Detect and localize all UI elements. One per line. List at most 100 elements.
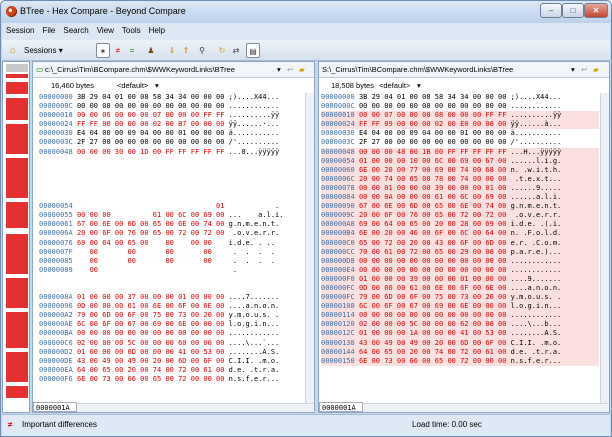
hex-row[interactable]: 00000108 6C 00 6F 00 67 00 69 00 6E 00 0…: [321, 302, 599, 312]
hex-row[interactable]: 0000008A 01 00 00 00 37 00 00 00 01 00 0…: [39, 293, 304, 302]
left-position-field[interactable]: 0000001A: [33, 402, 77, 412]
right-path-text[interactable]: S:\_Cirrus\Tim\BCompare.chm\$WWKeywordLi…: [322, 62, 513, 77]
left-path-bar[interactable]: ▭ c:\_Cirrus\Tim\BCompare.chm\$WWKeyword…: [33, 62, 314, 78]
hex-row[interactable]: 00000076 69 00 64 00 65 00 00 00 00 i.d.…: [39, 239, 304, 248]
hex-row[interactable]: 00000048 00 00 00 30 00 1D 00 FF FF FF F…: [39, 148, 304, 157]
hex-row[interactable]: [39, 284, 304, 293]
hex-row[interactable]: 000000FC 0D 00 00 00 61 00 6E 00 6F 00 6…: [321, 283, 599, 294]
show-differences-icon[interactable]: ≠: [112, 43, 124, 58]
menu-help[interactable]: Help: [145, 23, 169, 35]
menu-search[interactable]: Search: [59, 23, 92, 35]
hex-row[interactable]: 000000E4 00 00 00 00 00 00 00 00 00 00 0…: [321, 265, 599, 275]
hex-row[interactable]: 0000006C 20 00 74 00 65 00 78 00 74 00 0…: [321, 174, 599, 184]
find-icon[interactable]: ⚲: [196, 43, 208, 58]
menu-view[interactable]: View: [93, 23, 118, 35]
hex-row[interactable]: 00000000 3B 29 04 01 00 08 58 34 34 00 0…: [321, 93, 599, 102]
hex-row[interactable]: 00000030 E4 04 00 00 09 04 00 00 01 00 0…: [39, 129, 304, 138]
hex-row[interactable]: 0000000C 00 00 00 00 00 00 00 00 00 00 0…: [321, 102, 599, 111]
hex-row[interactable]: 000000C6 02 00 00 00 5C 00 00 00 60 00 0…: [39, 339, 304, 348]
hex-row[interactable]: 00000089 00 .: [39, 266, 304, 275]
close-button[interactable]: ✕: [584, 3, 608, 18]
right-horizontal-scrollbar[interactable]: [363, 403, 609, 412]
hex-row[interactable]: 0000006A 20 00 6F 00 76 00 65 00 72 00 7…: [39, 229, 304, 238]
history-icon[interactable]: ↩: [581, 62, 587, 77]
hex-row[interactable]: 000000BA 00 00 00 00 00 00 00 00 00 00 0…: [39, 329, 304, 338]
hex-row[interactable]: 000000B4 6E 00 20 00 46 00 6F 00 6C 00 6…: [321, 229, 599, 239]
left-vertical-scrollbar[interactable]: [305, 93, 314, 404]
hex-row[interactable]: 000000A2 79 00 6D 00 6F 00 75 00 73 00 2…: [39, 311, 304, 320]
left-horizontal-scrollbar[interactable]: [77, 403, 314, 412]
history-icon[interactable]: ↩: [287, 62, 293, 77]
hex-row[interactable]: 000000D8 00 00 00 00 00 00 00 00 00 00 0…: [321, 256, 599, 266]
hex-row[interactable]: 00000114 00 00 00 00 00 00 00 00 00 00 0…: [321, 311, 599, 321]
chevron-down-icon[interactable]: ▾: [155, 79, 159, 92]
browse-folder-icon[interactable]: ▰: [593, 62, 599, 77]
hex-row[interactable]: 00000150 6E 00 73 00 66 00 65 00 72 00 0…: [321, 356, 599, 366]
hex-row[interactable]: 00000120 02 00 00 00 5C 00 00 00 62 00 0…: [321, 320, 599, 330]
previous-difference-icon[interactable]: ⇑: [180, 43, 192, 58]
hex-row[interactable]: 00000084 00 00 0A 00 00 00 61 00 6C 00 6…: [321, 193, 599, 203]
layout-icon[interactable]: ▤: [246, 43, 260, 58]
minimize-button[interactable]: –: [540, 3, 562, 18]
hex-row[interactable]: 00000055 00 00 00 61 00 6C 00 69 00 ... …: [39, 211, 304, 220]
browse-folder-icon[interactable]: ▰: [299, 62, 305, 77]
right-path-bar[interactable]: S:\_Cirrus\Tim\BCompare.chm\$WWKeywordLi…: [319, 62, 609, 78]
hex-row[interactable]: 000000FC 79 00 6D 00 6F 00 75 00 73 00 2…: [321, 293, 599, 303]
rules-icon[interactable]: ♟: [144, 43, 158, 58]
hex-row[interactable]: 000000F0 01 00 00 00 39 00 00 00 01 00 0…: [321, 274, 599, 284]
maximize-button[interactable]: □: [562, 3, 584, 18]
hex-row[interactable]: [39, 193, 304, 202]
hex-row[interactable]: 0000009C 20 00 6F 00 76 00 65 00 72 00 7…: [321, 211, 599, 221]
hex-row[interactable]: 00000054 01 00 00 00 10 00 6C 00 69 00 6…: [321, 156, 599, 166]
hex-row[interactable]: 00000000 3B 29 04 01 00 08 58 34 34 00 0…: [39, 93, 304, 102]
hex-row[interactable]: 000000EA 64 00 65 00 20 00 74 00 72 00 6…: [39, 366, 304, 375]
chevron-down-icon[interactable]: ▾: [417, 79, 421, 92]
hex-row[interactable]: 0000000C 00 00 00 00 00 00 00 00 00 00 0…: [39, 102, 304, 111]
hex-row[interactable]: [39, 275, 304, 284]
sessions-button[interactable]: Sessions ▾: [24, 43, 84, 58]
menu-file[interactable]: File: [38, 23, 59, 35]
hex-row[interactable]: 000000AE 6C 00 6F 00 67 00 69 00 6E 00 0…: [39, 320, 304, 329]
right-encoding-select[interactable]: <default>: [379, 79, 410, 92]
hex-row[interactable]: 000000A8 69 00 64 00 65 00 20 00 28 00 6…: [321, 220, 599, 230]
hex-row[interactable]: 00000078 00 00 01 00 00 00 39 00 00 00 0…: [321, 183, 599, 194]
hex-row[interactable]: 00000054 01 .: [39, 202, 304, 211]
hex-row[interactable]: 00000085 00 00 00 00 . . . .: [39, 257, 304, 266]
menu-tools[interactable]: Tools: [118, 23, 145, 35]
hex-row[interactable]: 00000024 FF FF 09 00 00 00 02 00 E0 00 0…: [321, 120, 599, 130]
hex-row[interactable]: 00000144 64 00 65 00 20 00 74 00 72 00 6…: [321, 347, 599, 357]
refresh-icon[interactable]: ↻: [216, 43, 228, 58]
show-all-icon[interactable]: ✶: [96, 43, 110, 58]
menu-session[interactable]: Session: [2, 23, 38, 35]
hex-row[interactable]: 0000007F 00 00 00 00 . . . .: [39, 248, 304, 257]
difference-overview[interactable]: [2, 61, 30, 413]
hex-row[interactable]: 00000048 00 00 00 48 00 1B 00 FF FF FF F…: [321, 147, 599, 157]
left-hex-view[interactable]: 00000000 3B 29 04 01 00 08 58 34 34 00 0…: [39, 93, 304, 384]
home-icon[interactable]: ⌂: [6, 43, 20, 58]
left-encoding-select[interactable]: <default>: [117, 79, 148, 92]
hex-row[interactable]: [39, 166, 304, 175]
hex-row[interactable]: 00000030 E4 04 00 00 09 04 00 00 01 00 0…: [321, 129, 599, 138]
hex-row[interactable]: 0000003C 2F 27 00 00 00 00 00 00 00 00 0…: [321, 138, 599, 147]
right-vertical-scrollbar[interactable]: [600, 93, 609, 404]
left-path-text[interactable]: c:\_Cirrus\Tim\BCompare.chm\$WWKeywordLi…: [45, 62, 235, 77]
hex-row[interactable]: 000000D2 01 00 00 00 0D 00 00 00 41 00 5…: [39, 348, 304, 357]
hex-row[interactable]: 00000018 00 00 07 00 00 00 08 00 00 00 F…: [321, 111, 599, 121]
next-difference-icon[interactable]: ⇓: [166, 43, 178, 58]
hex-row[interactable]: 0000003C 2F 27 00 00 00 00 00 00 00 00 0…: [39, 138, 304, 147]
chevron-down-icon[interactable]: ▾: [277, 62, 281, 77]
hex-row[interactable]: 000000DE 43 00 49 00 49 00 20 00 6D 00 6…: [39, 357, 304, 366]
right-position-field[interactable]: 0000001A: [319, 402, 363, 412]
right-hex-view[interactable]: 00000000 3B 29 04 01 00 08 58 34 34 00 0…: [321, 93, 599, 366]
show-same-icon[interactable]: =: [126, 43, 138, 58]
hex-row[interactable]: 00000024 FF FF 08 00 00 00 02 00 B7 00 0…: [39, 120, 304, 129]
hex-row[interactable]: 00000090 67 00 6E 00 6D 00 65 00 6E 00 7…: [321, 202, 599, 212]
hex-row[interactable]: 00000138 43 00 49 00 49 00 20 00 6D 00 6…: [321, 338, 599, 348]
hex-row[interactable]: 0000012C 01 00 00 00 1A 00 00 00 41 00 5…: [321, 329, 599, 339]
chevron-down-icon[interactable]: ▾: [571, 62, 575, 77]
hex-row[interactable]: 000000CC 70 00 61 00 72 00 65 00 29 00 0…: [321, 247, 599, 257]
hex-row[interactable]: 000000C0 65 00 72 00 20 00 43 00 6F 00 6…: [321, 238, 599, 248]
hex-row[interactable]: [39, 175, 304, 184]
hex-row[interactable]: 00000096 0D 00 00 00 61 00 6E 00 6F 00 6…: [39, 302, 304, 311]
hex-row[interactable]: 000000F6 6E 00 73 00 66 00 65 00 72 00 0…: [39, 375, 304, 384]
